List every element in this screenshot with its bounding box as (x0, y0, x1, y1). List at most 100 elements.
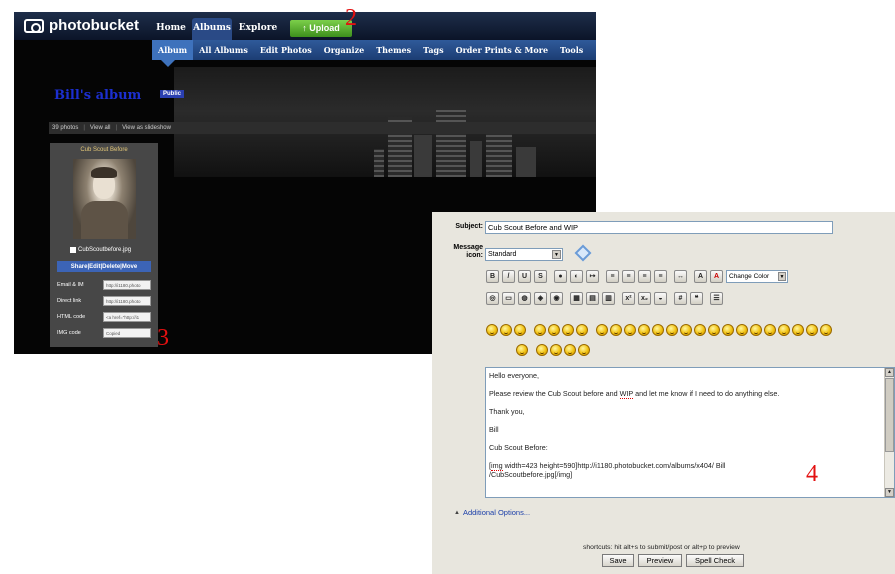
smiley-icon[interactable] (638, 324, 650, 336)
smiley-icon[interactable] (578, 344, 590, 356)
photo-caption[interactable]: Cub Scout Before (50, 147, 158, 153)
subtab-edit-photos[interactable]: Edit Photos (254, 40, 318, 60)
photobucket-logo[interactable]: photobucket (24, 17, 139, 34)
post-editor-screenshot: Subject: Cub Scout Before and WIP Messag… (432, 212, 895, 574)
tab-explore[interactable]: Explore (236, 18, 280, 40)
smiley-icon[interactable] (536, 344, 548, 356)
horizontal-rule-button[interactable]: ↔ (674, 270, 687, 283)
smiley-icon[interactable] (694, 324, 706, 336)
table-row-button[interactable]: ▤ (586, 292, 599, 305)
marquee-button[interactable]: ↦ (586, 270, 599, 283)
smiley-icon[interactable] (596, 324, 608, 336)
underline-button[interactable]: U (518, 270, 531, 283)
subtab-all-albums[interactable]: All Albums (193, 40, 254, 60)
smiley-icon[interactable] (486, 324, 498, 336)
photo-thumbnail[interactable] (73, 159, 136, 239)
photo-toolbar: 39 photos | View all | View as slideshow (49, 122, 596, 134)
spell-check-button[interactable]: Spell Check (686, 554, 744, 567)
scroll-thumb[interactable] (885, 378, 894, 452)
link-field-email[interactable]: http://i1180.photo (103, 279, 151, 290)
ftp-button[interactable]: ◉ (550, 292, 563, 305)
additional-options-link[interactable]: ▲ Additional Options... (454, 508, 530, 517)
smiley-icon[interactable] (666, 324, 678, 336)
link-field-direct[interactable]: http://i1180.photo (103, 295, 151, 306)
message-text: width=423 height=590]http://i1180.photob… (502, 461, 726, 470)
select-checkbox[interactable] (70, 247, 76, 253)
smiley-icon[interactable] (792, 324, 804, 336)
smiley-icon[interactable] (624, 324, 636, 336)
link-field-html[interactable]: <a href="http://i1 (103, 311, 151, 322)
subtab-organize[interactable]: Organize (318, 40, 370, 60)
smiley-icon[interactable] (610, 324, 622, 336)
link-label: IMG code (57, 329, 81, 336)
font-color-button[interactable]: A (710, 270, 723, 283)
smiley-icon[interactable] (534, 324, 546, 336)
message-textarea[interactable]: Hello everyone, Please review the Cub Sc… (485, 367, 895, 498)
superscript-button[interactable]: x² (622, 292, 635, 305)
smiley-icon[interactable] (736, 324, 748, 336)
upload-button[interactable]: ↑ Upload (290, 20, 352, 37)
smiley-icon[interactable] (576, 324, 588, 336)
subject-input[interactable]: Cub Scout Before and WIP (485, 221, 833, 234)
smiley-icon[interactable] (564, 344, 576, 356)
table-column-button[interactable]: ▥ (602, 292, 615, 305)
subtab-tools[interactable]: Tools (554, 40, 589, 60)
list-button[interactable]: ☰ (710, 292, 723, 305)
smiley-icon[interactable] (562, 324, 574, 336)
change-color-select[interactable]: Change Color ▼ (726, 270, 788, 283)
subtab-tags[interactable]: Tags (417, 40, 449, 60)
strike-button[interactable]: S (534, 270, 547, 283)
link-button[interactable]: ◍ (518, 292, 531, 305)
flash-button[interactable]: ◎ (486, 292, 499, 305)
subtab-order-prints[interactable]: Order Prints & More (450, 40, 554, 60)
shadow-button[interactable]: ◐ (570, 270, 583, 283)
scroll-down-icon[interactable]: ▼ (885, 488, 894, 497)
align-right-button[interactable]: ≡ (638, 270, 651, 283)
justify-button[interactable]: ≡ (654, 270, 667, 283)
smiley-icon[interactable] (820, 324, 832, 336)
smiley-icon[interactable] (516, 344, 528, 356)
glow-button[interactable]: ● (554, 270, 567, 283)
message-icon-label: Message icon: (453, 244, 483, 259)
tab-home[interactable]: Home (152, 18, 190, 40)
align-left-button[interactable]: ≡ (606, 270, 619, 283)
quote-button[interactable]: ❝ (690, 292, 703, 305)
scroll-up-icon[interactable]: ▲ (885, 368, 894, 377)
tab-albums[interactable]: Albums (192, 18, 232, 40)
save-button[interactable]: Save (602, 554, 634, 567)
smiley-icon[interactable] (778, 324, 790, 336)
smiley-icon[interactable] (708, 324, 720, 336)
thumbs-up-icon[interactable] (500, 324, 512, 336)
view-all-link[interactable]: View all (90, 125, 111, 131)
subscript-button[interactable]: x₂ (638, 292, 651, 305)
bold-button[interactable]: B (486, 270, 499, 283)
smiley-icon[interactable] (806, 324, 818, 336)
link-field-img[interactable]: Copied (103, 327, 151, 338)
email-button[interactable]: ◈ (534, 292, 547, 305)
smiley-icon[interactable] (680, 324, 692, 336)
smiley-icon[interactable] (548, 324, 560, 336)
message-text: Please review the Cub Scout before and (489, 389, 620, 398)
preview-button[interactable]: Preview (638, 554, 682, 567)
table-button[interactable]: ▦ (570, 292, 583, 305)
smiley-icon[interactable] (550, 344, 562, 356)
image-button[interactable]: ▭ (502, 292, 515, 305)
message-scrollbar[interactable]: ▲ ▼ (884, 368, 894, 497)
smiley-icon[interactable] (652, 324, 664, 336)
smiley-icon[interactable] (722, 324, 734, 336)
view-slideshow-link[interactable]: View as slideshow (122, 125, 171, 131)
message-icon-preview (574, 244, 592, 262)
smiley-icon[interactable] (514, 324, 526, 336)
align-center-button[interactable]: ≡ (622, 270, 635, 283)
subtab-themes[interactable]: Themes (370, 40, 417, 60)
message-icon-select[interactable]: Standard ▼ (485, 248, 563, 261)
italic-button[interactable]: / (502, 270, 515, 283)
photo-actions[interactable]: Share|Edit|Delete|Move (57, 261, 151, 272)
misspelled-word: WIP (619, 389, 634, 399)
code-button[interactable]: # (674, 292, 687, 305)
subtab-album[interactable]: Album (152, 40, 194, 60)
teletype-button[interactable]: ◒ (654, 292, 667, 305)
smiley-icon[interactable] (750, 324, 762, 336)
smiley-icon[interactable] (764, 324, 776, 336)
font-size-button[interactable]: A (694, 270, 707, 283)
